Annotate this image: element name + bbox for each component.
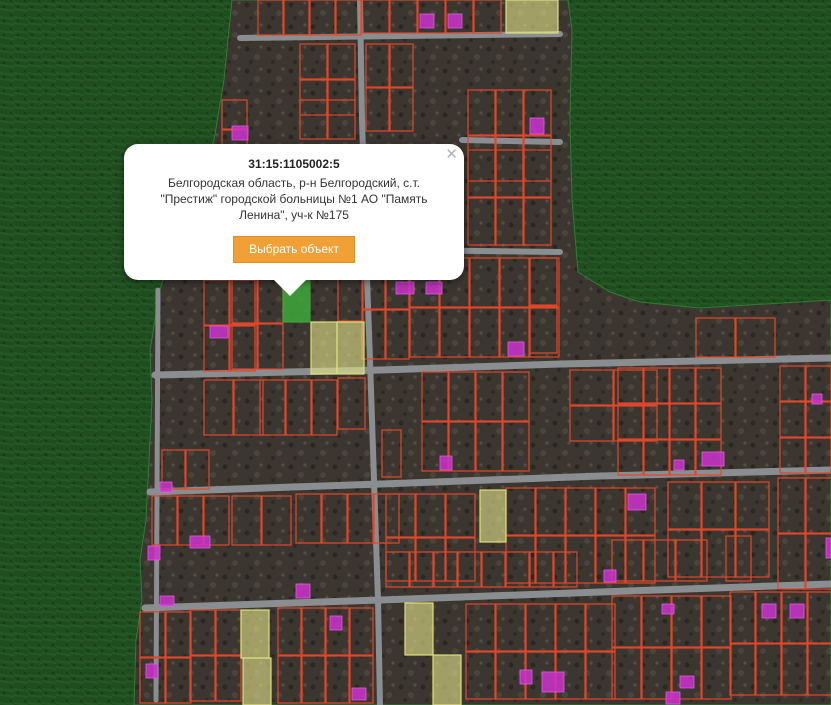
building[interactable] [507, 341, 525, 357]
building[interactable] [295, 583, 311, 599]
building[interactable] [541, 671, 565, 693]
building[interactable] [661, 603, 675, 615]
close-icon[interactable]: ✕ [445, 147, 458, 162]
parcel-yellow [505, 0, 559, 34]
building[interactable] [419, 13, 435, 29]
building[interactable] [351, 687, 367, 701]
building[interactable] [789, 603, 805, 619]
building[interactable] [673, 459, 685, 471]
parcel-yellow [404, 602, 434, 656]
parcel-yellow [479, 489, 507, 543]
building[interactable] [665, 691, 681, 705]
building[interactable] [447, 13, 463, 29]
road [459, 137, 563, 145]
cadastral-map[interactable]: ✕ 31:15:1105002:5 Белгородская область, … [0, 0, 831, 705]
building[interactable] [519, 669, 533, 685]
building[interactable] [159, 595, 175, 607]
select-object-button[interactable]: Выбрать объект [233, 236, 355, 263]
building[interactable] [439, 455, 453, 471]
building[interactable] [145, 663, 159, 679]
building[interactable] [147, 545, 161, 561]
building[interactable] [329, 615, 343, 631]
building[interactable] [679, 675, 695, 689]
building[interactable] [825, 537, 831, 559]
map-layer[interactable] [0, 0, 831, 705]
popup-pointer [274, 280, 306, 296]
building[interactable] [529, 117, 545, 135]
building[interactable] [425, 281, 443, 295]
parcel-yellow [310, 321, 338, 375]
road [153, 287, 161, 703]
parcel-yellow [432, 654, 462, 705]
building[interactable] [761, 603, 777, 619]
building[interactable] [811, 393, 823, 405]
parcel-yellow [336, 321, 365, 375]
building[interactable] [209, 325, 229, 339]
building[interactable] [603, 569, 617, 583]
cadastral-number: 31:15:1105002:5 [248, 157, 340, 171]
building[interactable] [159, 481, 173, 493]
building[interactable] [701, 451, 725, 467]
building[interactable] [231, 125, 249, 141]
parcel-info-popup: ✕ 31:15:1105002:5 Белгородская область, … [124, 144, 464, 296]
building[interactable] [189, 535, 211, 549]
parcel-yellow [240, 609, 270, 659]
parcel-address: Белгородская область, р-н Белгородский, … [160, 176, 428, 222]
parcel-yellow [242, 657, 272, 705]
building[interactable] [627, 493, 647, 511]
building[interactable] [395, 281, 415, 295]
